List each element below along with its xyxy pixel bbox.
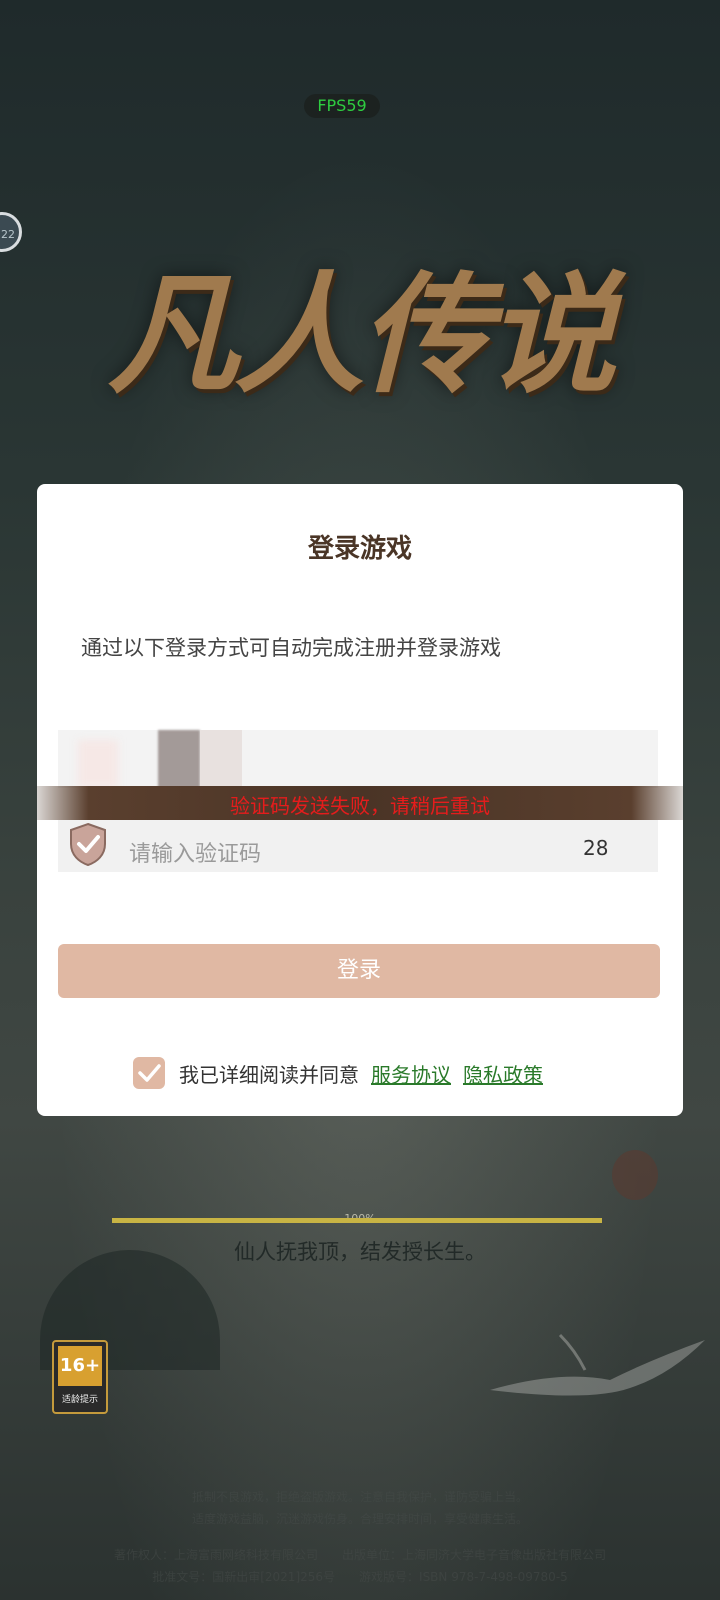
loading-tagline: 仙人抚我顶，结发授长生。 — [234, 1240, 486, 1264]
age-rating-label: 适龄提示 — [61, 1395, 98, 1405]
dialog-title: 登录游戏 — [307, 534, 412, 564]
age-rating-value: 16+ — [58, 1346, 102, 1386]
login-dialog: 登录游戏 通过以下登录方式可自动完成注册并登录游戏 验证码发送失败，请稍后重试 … — [37, 484, 683, 1116]
resend-countdown: 28 — [583, 836, 609, 860]
loading-progress-fill — [112, 1218, 602, 1223]
agreement-checkbox[interactable] — [133, 1057, 165, 1089]
game-logo: 凡人传说 — [70, 200, 650, 411]
checkmark-icon — [138, 1064, 161, 1082]
footer-line-1: 抵制不良游戏，拒绝盗版游戏。注意自我保护，谨防受骗上当。 — [191, 1490, 528, 1504]
footer-line-3: 著作权人：上海富雨网络科技有限公司 出版单位：上海同济大学电子音像出版社有限公司 — [113, 1548, 606, 1562]
phone-input-redacted[interactable] — [58, 730, 658, 788]
dialog-subtitle: 通过以下登录方式可自动完成注册并登录游戏 — [81, 636, 501, 660]
footer-line-2: 适度游戏益脑，沉迷游戏伤身。合理安排时间，享受健康生活。 — [191, 1512, 528, 1526]
privacy-policy-link[interactable]: 隐私政策 — [463, 1059, 543, 1088]
agreement-row: 我已详细阅读并同意 服务协议 隐私政策 — [133, 1056, 543, 1090]
crane-decoration — [490, 1333, 705, 1396]
shield-check-icon — [70, 822, 106, 866]
loading-progress-bar — [112, 1218, 602, 1223]
fps-counter: FPS59 — [304, 94, 380, 118]
age-rating-badge[interactable]: 16+ 适龄提示 — [52, 1340, 108, 1414]
service-agreement-link[interactable]: 服务协议 — [371, 1059, 451, 1088]
verification-code-placeholder[interactable]: 请输入验证码 — [129, 836, 261, 868]
login-button[interactable]: 登录 — [58, 944, 660, 998]
error-toast-message: 验证码发送失败，请稍后重试 — [230, 794, 490, 818]
agreement-text: 我已详细阅读并同意 — [179, 1062, 359, 1087]
footer-line-4: 批准文号：国新出审[2021]256号 游戏版号：ISBN 978-7-498-… — [152, 1570, 568, 1584]
game-logo-text: 凡人传说 — [107, 258, 616, 411]
gourd-decoration — [612, 1150, 658, 1200]
